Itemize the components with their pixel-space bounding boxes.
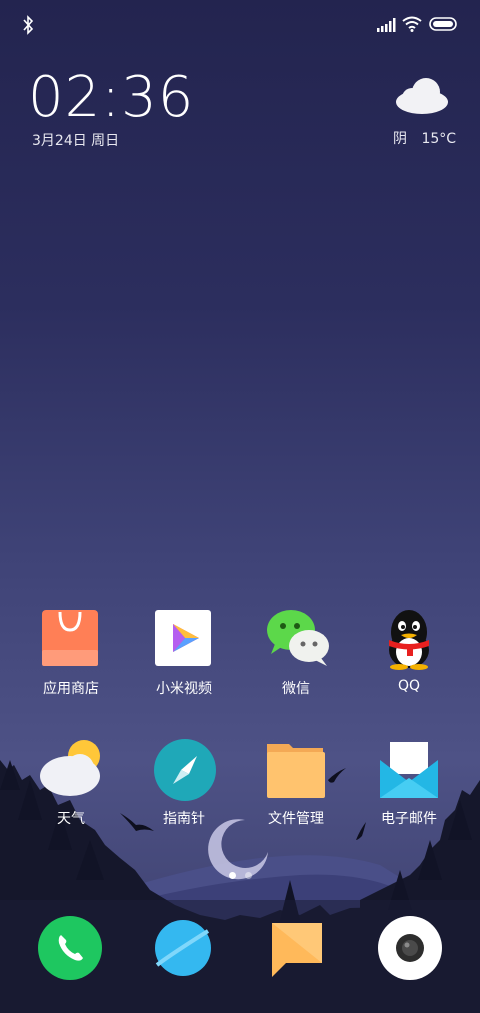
app-label: 小米视频: [156, 681, 212, 697]
app-email[interactable]: 电子邮件: [349, 738, 469, 828]
browser-icon: [155, 920, 211, 976]
messages-icon: [272, 923, 322, 977]
weather-summary: 阴 15°C: [393, 128, 466, 148]
signal-icon: [377, 18, 396, 32]
video-icon: [153, 608, 215, 670]
wechat-icon: [265, 608, 329, 670]
file-manager-icon: [265, 738, 327, 800]
dock-camera[interactable]: [377, 915, 443, 981]
app-label: QQ: [397, 678, 421, 694]
dock-browser[interactable]: [150, 915, 216, 981]
bluetooth-icon: [23, 15, 34, 35]
qq-icon: [378, 608, 440, 670]
app-wechat[interactable]: 微信: [236, 608, 356, 698]
cloud-icon[interactable]: [392, 72, 452, 116]
app-label: 天气: [57, 811, 85, 827]
app-label: 电子邮件: [381, 811, 437, 827]
clock-date: 3月24日 周日: [32, 133, 120, 149]
compass-icon: [153, 738, 216, 801]
app-app-store[interactable]: 应用商店: [11, 608, 131, 698]
app-label: 指南针: [163, 811, 205, 827]
page-dot-active[interactable]: [229, 872, 236, 879]
dock-messages[interactable]: [266, 915, 332, 981]
app-label: 文件管理: [268, 811, 324, 827]
dock-phone[interactable]: [37, 915, 103, 981]
app-mi-video[interactable]: 小米视频: [124, 608, 244, 698]
page-dot[interactable]: [245, 872, 252, 879]
app-label: 微信: [282, 681, 310, 697]
app-store-icon: [40, 608, 102, 670]
app-weather[interactable]: 天气: [11, 738, 131, 828]
phone-icon: [38, 916, 102, 980]
email-icon: [378, 738, 440, 800]
wifi-icon: [402, 16, 422, 32]
app-qq[interactable]: QQ: [349, 608, 469, 694]
app-file-manager[interactable]: 文件管理: [236, 738, 356, 828]
weather-app-icon: [40, 738, 102, 800]
app-label: 应用商店: [43, 681, 99, 697]
camera-icon: [378, 916, 442, 980]
weather-condition: 阴: [393, 131, 407, 147]
clock-time[interactable]: 02:36: [28, 66, 194, 130]
app-compass[interactable]: 指南针: [124, 738, 244, 828]
status-bar: [0, 0, 480, 50]
battery-icon: [429, 17, 457, 31]
weather-temperature: 15°C: [421, 131, 457, 147]
